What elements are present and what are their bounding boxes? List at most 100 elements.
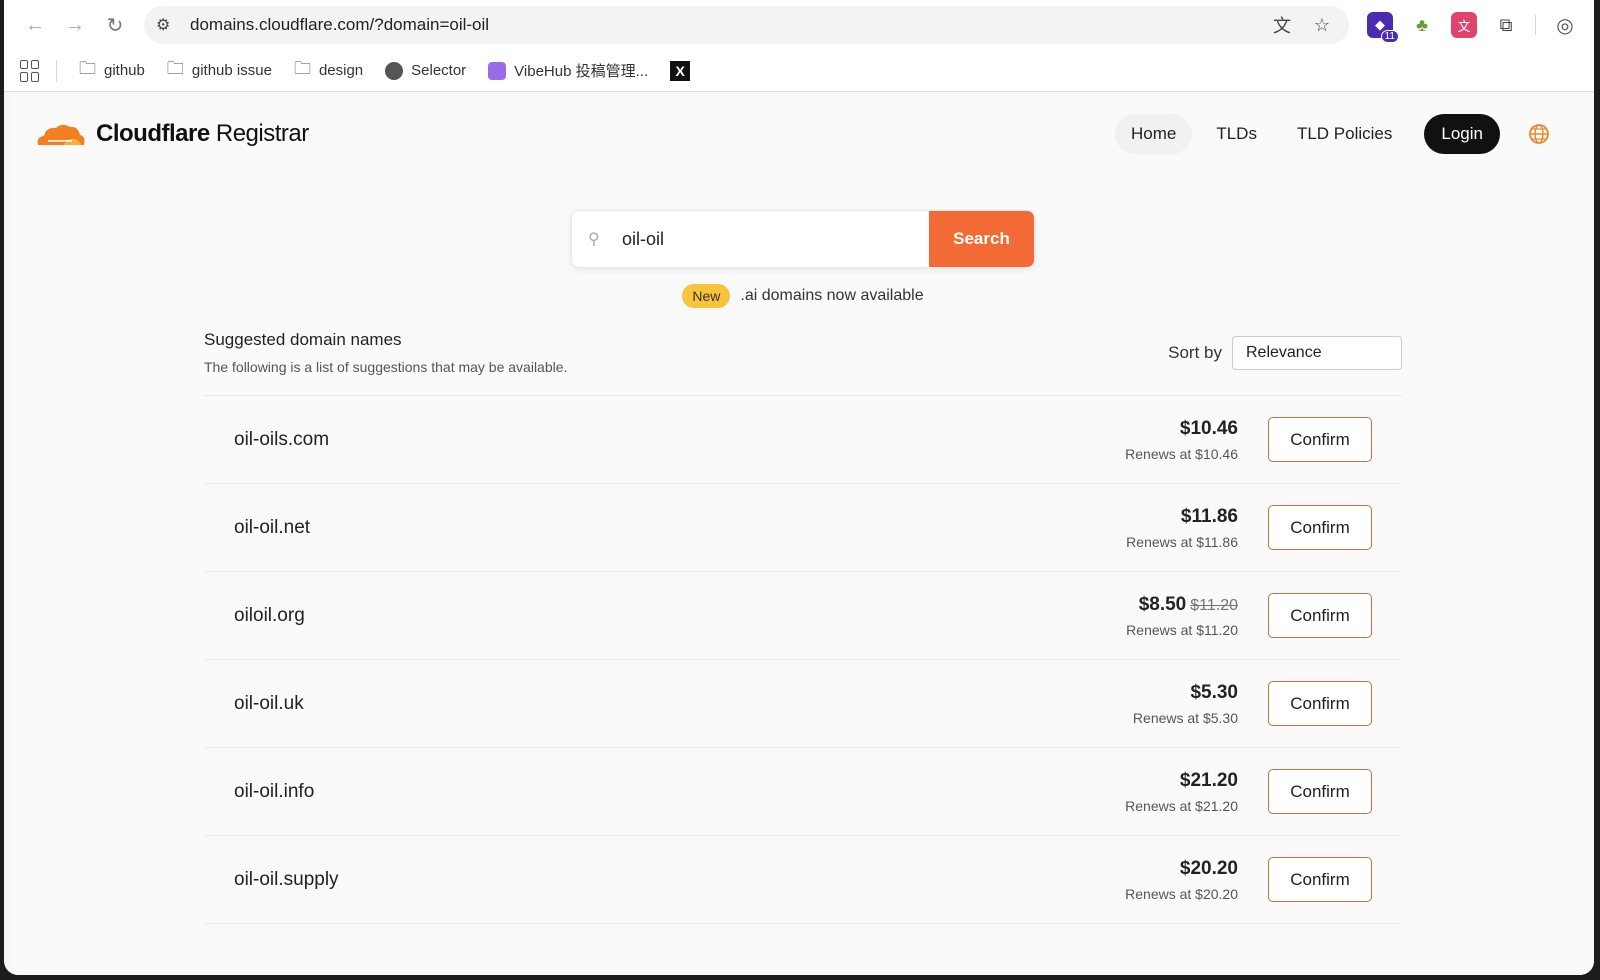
confirm-button[interactable]: Confirm xyxy=(1268,505,1372,550)
translate-icon[interactable]: 文 xyxy=(1267,12,1297,38)
announcement-text[interactable]: .ai domains now available xyxy=(740,287,923,305)
bookmark-github[interactable]: 🗀 github xyxy=(79,56,145,85)
reload-icon[interactable]: ↻ xyxy=(98,8,132,42)
bookmark-x[interactable]: X xyxy=(670,60,691,81)
new-badge: New xyxy=(682,284,731,308)
bookmarks-bar: 🗀 github 🗀 github issue 🗀 design Selector V… xyxy=(4,50,1594,92)
browser-toolbar: ← → ↻ ⚙ domains.cloudflare.com/?domain=o… xyxy=(4,0,1594,50)
bookmark-label: design xyxy=(318,62,364,79)
bookmark-label: Selector xyxy=(411,62,467,79)
logo-product: Registrar xyxy=(209,120,309,147)
folder-icon: 🗀 xyxy=(166,59,184,78)
bookmark-design[interactable]: 🗀 design xyxy=(294,56,363,85)
confirm-button[interactable]: Confirm xyxy=(1268,857,1372,902)
browser-window: ← → ↻ ⚙ domains.cloudflare.com/?domain=o… xyxy=(4,0,1594,975)
renewal-price: Renews at $5.30 xyxy=(1132,709,1238,726)
price: $8.50 $11.20 xyxy=(1126,594,1238,616)
globe-icon xyxy=(385,61,404,80)
domain-name: oil-oil.info xyxy=(234,780,315,802)
results-list: oil-oils.com $10.46 Renews at $10.46 Confir… xyxy=(204,396,1402,924)
site-header: Cloudflare Registrar Home TLDs TLD Polic… xyxy=(12,94,1594,174)
sort-label: Sort by xyxy=(1168,343,1222,362)
sort-select[interactable]: Relevance xyxy=(1232,336,1402,370)
cloudflare-logo[interactable]: Cloudflare Registrar xyxy=(34,120,309,148)
address-bar[interactable]: ⚙ domains.cloudflare.com/?domain=oil-oil… xyxy=(144,6,1349,44)
search-field[interactable]: ⚲ xyxy=(572,211,929,267)
bookmark-vibehub[interactable]: VibeHub 投稿管理... xyxy=(488,60,648,81)
forward-icon[interactable]: → xyxy=(58,8,92,42)
nav-tld-policies[interactable]: TLD Policies xyxy=(1281,114,1408,154)
domain-search: ⚲ Search xyxy=(571,210,1035,268)
price-block: $20.20 Renews at $20.20 xyxy=(1125,858,1238,902)
confirm-button[interactable]: Confirm xyxy=(1268,417,1372,462)
nav-tlds[interactable]: TLDs xyxy=(1200,114,1273,154)
bookmarks-divider xyxy=(56,59,57,82)
extension-badge: 11 xyxy=(1380,30,1399,43)
current-price: $10.46 xyxy=(1179,417,1238,439)
announcement: New .ai domains now available xyxy=(12,284,1594,308)
bookmark-label: github issue xyxy=(191,62,272,79)
results-header: Suggested domain names The following is … xyxy=(204,330,1402,396)
domain-row: oil-oil.info $21.20 Renews at $21.20 Confir… xyxy=(204,748,1402,836)
renewal-price: Renews at $21.20 xyxy=(1125,797,1238,814)
toolbar-divider xyxy=(1535,15,1536,35)
bookmark-selector[interactable]: Selector xyxy=(385,61,467,80)
current-price: $11.86 xyxy=(1180,505,1238,527)
x-logo-icon: X xyxy=(670,60,691,81)
profile-icon[interactable]: ◎ xyxy=(1552,12,1578,38)
domain-row: oil-oil.uk $5.30 Renews at $5.30 Confirm xyxy=(204,660,1402,748)
renewal-price: Renews at $10.46 xyxy=(1125,445,1238,462)
domain-name: oil-oil.uk xyxy=(234,692,304,714)
current-price: $8.50 xyxy=(1138,593,1187,615)
cloudflare-cloud-icon xyxy=(37,124,85,145)
results-title: Suggested domain names xyxy=(204,330,402,349)
domain-name: oiloil.org xyxy=(234,604,305,626)
bookmark-label: github xyxy=(104,62,145,79)
sort-control: Sort by Relevance xyxy=(1168,336,1402,370)
results-subtitle: The following is a list of suggestions t… xyxy=(204,359,568,375)
bookmark-star-icon[interactable]: ☆ xyxy=(1307,15,1337,36)
search-button[interactable]: Search xyxy=(929,211,1034,267)
current-price: $20.20 xyxy=(1179,857,1238,879)
price: $11.86 xyxy=(1126,506,1238,528)
price-block: $5.30 Renews at $5.30 xyxy=(1133,682,1238,726)
extensions-puzzle-icon[interactable]: ⧉ xyxy=(1493,12,1519,38)
extension-icon[interactable]: ◆ 11 xyxy=(1367,12,1399,43)
price: $20.20 xyxy=(1125,858,1238,880)
renewal-price: Renews at $11.86 xyxy=(1126,533,1238,550)
current-price: $21.20 xyxy=(1179,769,1238,791)
extension-translate-icon[interactable]: 文 xyxy=(1451,12,1477,38)
back-icon[interactable]: ← xyxy=(18,8,52,42)
url-text[interactable]: domains.cloudflare.com/?domain=oil-oil xyxy=(190,15,1257,35)
nav-home[interactable]: Home xyxy=(1114,114,1193,154)
domain-row: oil-oils.com $10.46 Renews at $10.46 Confir… xyxy=(204,396,1402,484)
search-icon: ⚲ xyxy=(588,231,600,248)
bookmark-github-issue[interactable]: 🗀 github issue xyxy=(167,56,272,85)
price: $10.46 xyxy=(1125,418,1238,440)
domain-name: oil-oil.supply xyxy=(234,868,339,890)
price-block: $10.46 Renews at $10.46 xyxy=(1125,418,1238,462)
folder-icon: 🗀 xyxy=(293,59,311,78)
renewal-price: Renews at $20.20 xyxy=(1125,885,1238,902)
apps-grid-icon[interactable] xyxy=(20,59,42,82)
results-section: Suggested domain names The following is … xyxy=(204,330,1402,924)
login-button[interactable]: Login xyxy=(1424,114,1500,154)
confirm-button[interactable]: Confirm xyxy=(1268,593,1372,638)
folder-icon: 🗀 xyxy=(79,59,96,78)
language-globe-icon[interactable] xyxy=(1528,123,1550,145)
price-block: $11.86 Renews at $11.86 xyxy=(1126,506,1238,550)
site-nav: Home TLDs TLD Policies Login xyxy=(1114,114,1550,154)
domain-row: oiloil.org $8.50 $11.20 Renews at $11.20 Con… xyxy=(204,572,1402,660)
domain-row: oil-oil.net $11.86 Renews at $11.86 Confirm xyxy=(204,484,1402,572)
price-block: $21.20 Renews at $21.20 xyxy=(1125,770,1238,814)
confirm-button[interactable]: Confirm xyxy=(1268,769,1372,814)
search-input[interactable] xyxy=(622,228,902,250)
confirm-button[interactable]: Confirm xyxy=(1268,681,1372,726)
site-settings-icon[interactable]: ⚙ xyxy=(156,15,180,35)
extension-leaf-icon[interactable]: ♣ xyxy=(1409,12,1435,38)
domain-row: oil-oil.supply $20.20 Renews at $20.20 Conf… xyxy=(204,836,1402,924)
extensions-area: ◆ 11 ♣ 文 ⧉ ◎ xyxy=(1367,12,1578,43)
current-price: $5.30 xyxy=(1190,681,1238,703)
page-content: Cloudflare Registrar Home TLDs TLD Polic… xyxy=(12,94,1594,975)
bookmark-label: VibeHub 投稿管理... xyxy=(514,63,649,80)
